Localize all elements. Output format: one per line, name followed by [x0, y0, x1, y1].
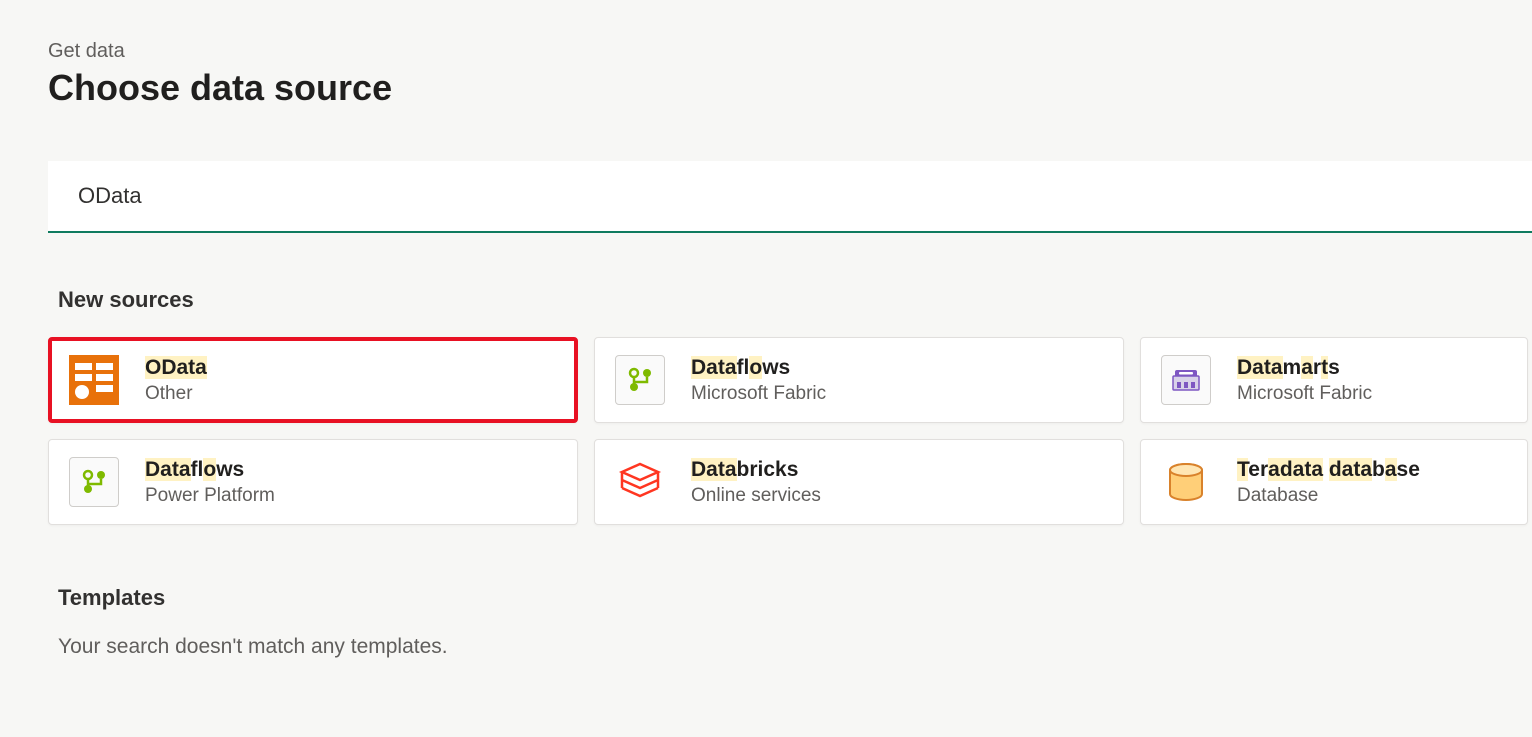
datamart-icon [1161, 355, 1211, 405]
source-title: Dataflows [145, 456, 275, 483]
dataflows-icon [615, 355, 665, 405]
source-subtitle: Other [145, 381, 207, 407]
templates-heading: Templates [58, 585, 1532, 611]
source-card-teradata[interactable]: Teradata database Database [1140, 439, 1528, 525]
odata-icon [69, 355, 119, 405]
source-title: Dataflows [691, 354, 826, 381]
breadcrumb: Get data [48, 40, 1532, 63]
source-subtitle: Online services [691, 483, 821, 509]
source-title: OData [145, 354, 207, 381]
page-title: Choose data source [48, 67, 1532, 109]
source-card-dataflows-fabric[interactable]: Dataflows Microsoft Fabric [594, 337, 1124, 423]
new-sources-heading: New sources [58, 287, 1532, 313]
source-card-dataflows-powerplatform[interactable]: Dataflows Power Platform [48, 439, 578, 525]
source-subtitle: Power Platform [145, 483, 275, 509]
source-card-databricks[interactable]: Databricks Online services [594, 439, 1124, 525]
templates-no-results: Your search doesn't match any templates. [58, 635, 1532, 659]
source-subtitle: Microsoft Fabric [691, 381, 826, 407]
source-title: Databricks [691, 456, 821, 483]
teradata-icon [1161, 457, 1211, 507]
source-title: Datamarts [1237, 354, 1372, 381]
source-card-datamarts[interactable]: Datamarts Microsoft Fabric [1140, 337, 1528, 423]
dataflows-icon [69, 457, 119, 507]
search-input[interactable] [48, 161, 1532, 233]
source-title: Teradata database [1237, 456, 1420, 483]
source-subtitle: Microsoft Fabric [1237, 381, 1372, 407]
source-card-odata[interactable]: OData Other [48, 337, 578, 423]
source-subtitle: Database [1237, 483, 1420, 509]
databricks-icon [615, 457, 665, 507]
